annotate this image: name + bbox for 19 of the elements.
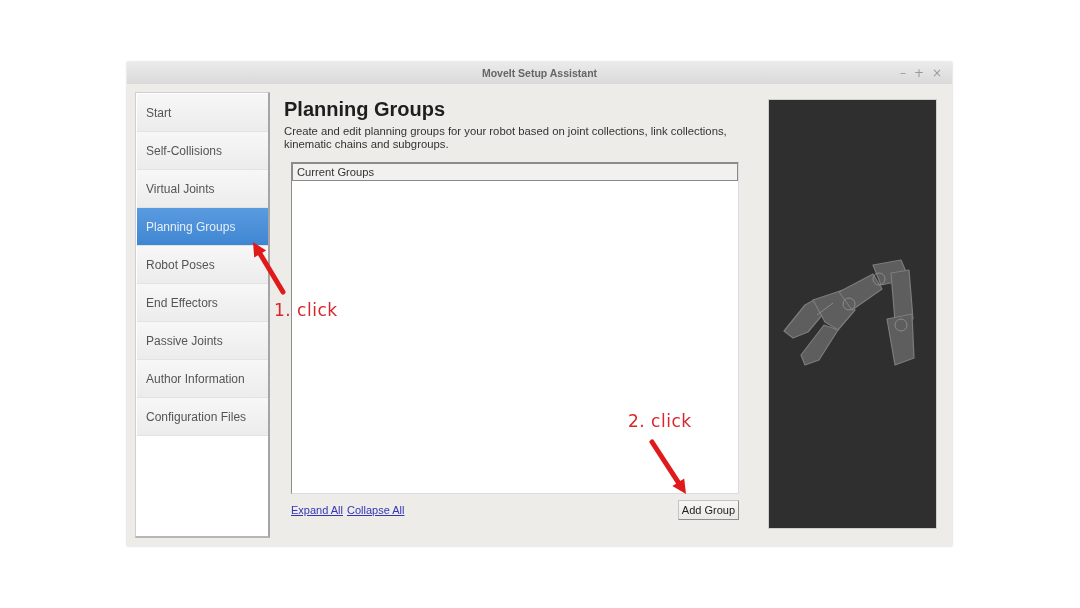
- sidebar-item[interactable]: Passive Joints: [137, 322, 268, 360]
- sidebar-item[interactable]: Configuration Files: [137, 398, 268, 436]
- sidebar-item[interactable]: Author Information: [137, 360, 268, 398]
- sidebar-item[interactable]: Self-Collisions: [137, 132, 268, 170]
- tree-link[interactable]: Expand All: [291, 504, 343, 516]
- sidebar-item[interactable]: End Effectors: [137, 284, 268, 322]
- sidebar-item[interactable]: Virtual Joints: [137, 170, 268, 208]
- page-title: Planning Groups: [284, 97, 447, 122]
- pointer-arrow: [250, 239, 287, 295]
- annotation-label: 1. click: [274, 300, 338, 320]
- tree-link[interactable]: Collapse All: [347, 504, 405, 516]
- window-title: MoveIt Setup Assistant: [481, 67, 598, 79]
- sidebar-item[interactable]: Start: [137, 94, 268, 132]
- pointer-arrow: [648, 439, 689, 497]
- add-group-button[interactable]: Add Group: [677, 500, 739, 520]
- page-description: Create and edit planning groups for your robot based on joint collections, link collections, kinematic chains and subgroups.: [284, 125, 728, 150]
- annotation-label: 2. click: [628, 411, 692, 431]
- column-header[interactable]: Current Groups: [292, 163, 738, 181]
- sidebar-item[interactable]: Robot Poses: [137, 246, 268, 284]
